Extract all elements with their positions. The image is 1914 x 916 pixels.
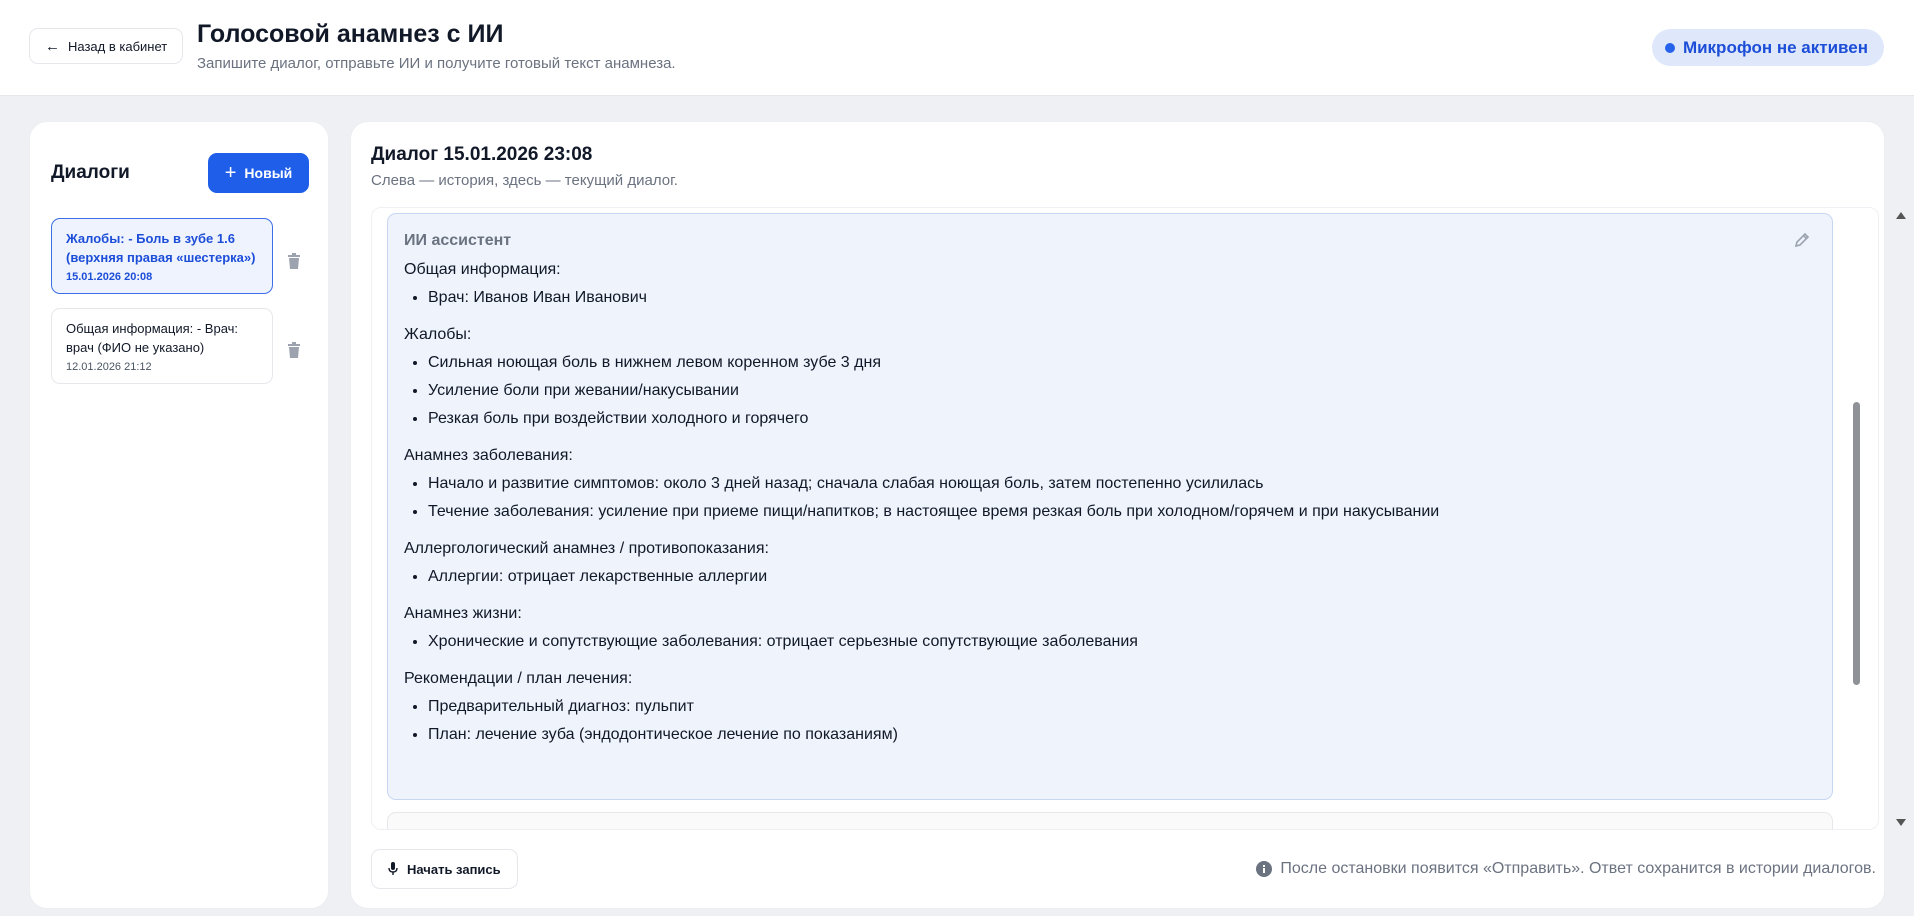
scroll-up-arrow[interactable] <box>1896 212 1906 219</box>
section-list: Хронические и сопутствующие заболевания:… <box>404 630 1804 654</box>
recording-hint: После остановки появится «Отправить». От… <box>1256 860 1876 878</box>
microphone-icon <box>388 862 398 875</box>
status-dot-icon <box>1664 42 1675 53</box>
pencil-icon[interactable] <box>1794 232 1810 248</box>
dialog-panel: Диалог 15.01.2026 23:08 Слева — история,… <box>350 121 1885 909</box>
anamnesis-section: Анамнез заболевания: Начало и развитие си… <box>404 444 1804 524</box>
scrollbar-thumb[interactable] <box>1853 402 1860 685</box>
back-to-cabinet-button[interactable]: ← Назад в кабинет <box>29 28 184 64</box>
arrow-left-icon: ← <box>45 37 60 55</box>
anamnesis-section: Анамнез жизни: Хронические и сопутствующи… <box>404 602 1804 654</box>
recording-hint-text: После остановки появится «Отправить». От… <box>1280 860 1876 877</box>
dialogs-sidebar: Диалоги + Новый Жалобы: - Боль в зубе 1.… <box>29 121 329 909</box>
list-item: Предварительный диагноз: пульпит <box>428 695 1804 719</box>
list-item: Резкая боль при воздействии холодного и … <box>428 407 1804 431</box>
dialog-list-item[interactable]: Общая информация: - Врач: врач (ФИО не у… <box>51 308 273 384</box>
dialog-item-date: 12.01.2026 21:12 <box>66 361 152 373</box>
new-dialog-button[interactable]: + Новый <box>208 153 309 193</box>
sidebar-title: Диалоги <box>51 162 130 183</box>
anamnesis-section: Рекомендации / план лечения: Предваритель… <box>404 667 1804 747</box>
start-recording-button[interactable]: Начать запись <box>371 849 518 889</box>
dialog-subtitle: Слева — история, здесь — текущий диалог. <box>371 172 678 189</box>
list-item: Усиление боли при жевании/накусывании <box>428 379 1804 403</box>
section-title: Анамнез жизни: <box>404 605 522 622</box>
list-item: Врач: Иванов Иван Иванович <box>428 286 1804 310</box>
assistant-message: ИИ ассистент Общая информация: Врач: Иван… <box>387 213 1833 800</box>
section-title: Анамнез заболевания: <box>404 447 573 464</box>
new-dialog-label: Новый <box>244 165 293 181</box>
anamnesis-section: Жалобы: Сильная ноющая боль в нижнем лево… <box>404 323 1804 431</box>
page-title: Голосовой анамнез с ИИ <box>197 20 504 48</box>
microphone-status-label: Микрофон не активен <box>1682 37 1868 57</box>
back-button-label: Назад в кабинет <box>68 38 168 54</box>
anamnesis-section: Аллергологический анамнез / противопоказ… <box>404 537 1804 589</box>
dialog-item-text: Общая информация: - Врач: врач (ФИО не у… <box>66 321 239 355</box>
list-item: Хронические и сопутствующие заболевания:… <box>428 630 1804 654</box>
dialog-title: Диалог 15.01.2026 23:08 <box>371 144 593 165</box>
start-recording-label: Начать запись <box>407 861 501 877</box>
dialog-item-text: Жалобы: - Боль в зубе 1.6 (верхняя права… <box>66 231 256 265</box>
section-title: Жалобы: <box>404 326 472 343</box>
page-subtitle: Запишите диалог, отправьте ИИ и получите… <box>197 55 676 72</box>
next-message-card <box>387 812 1833 829</box>
scroll-down-arrow[interactable] <box>1896 819 1906 826</box>
message-body: Общая информация: Врач: Иванов Иван Ивано… <box>404 258 1804 760</box>
trash-icon[interactable] <box>287 342 301 358</box>
dialog-item-date: 15.01.2026 20:08 <box>66 271 153 283</box>
section-list: Врач: Иванов Иван Иванович <box>404 286 1804 310</box>
section-title: Аллергологический анамнез / противопоказ… <box>404 540 769 557</box>
list-item: Течение заболевания: усиление при приеме… <box>428 500 1804 524</box>
trash-icon[interactable] <box>287 253 301 269</box>
section-title: Рекомендации / план лечения: <box>404 670 633 687</box>
list-item: Сильная ноющая боль в нижнем левом корен… <box>428 351 1804 375</box>
section-list: Начало и развитие симптомов: около 3 дне… <box>404 472 1804 524</box>
page-header: ← Назад в кабинет Голосовой анамнез с ИИ… <box>0 0 1914 96</box>
microphone-status-badge: Микрофон не активен <box>1651 29 1884 66</box>
section-list: Предварительный диагноз: пульпит План: ле… <box>404 695 1804 747</box>
list-item: Аллергии: отрицает лекарственные аллерги… <box>428 565 1804 589</box>
list-item: Начало и развитие симптомов: около 3 дне… <box>428 472 1804 496</box>
list-item: План: лечение зуба (эндодонтическое лече… <box>428 723 1804 747</box>
section-list: Аллергии: отрицает лекарственные аллерги… <box>404 565 1804 589</box>
dialog-list-item[interactable]: Жалобы: - Боль в зубе 1.6 (верхняя права… <box>51 218 273 294</box>
message-author: ИИ ассистент <box>404 232 512 249</box>
section-list: Сильная ноющая боль в нижнем левом корен… <box>404 351 1804 431</box>
info-icon <box>1256 861 1273 877</box>
anamnesis-section: Общая информация: Врач: Иванов Иван Ивано… <box>404 258 1804 310</box>
section-title: Общая информация: <box>404 261 561 278</box>
messages-scroll-area[interactable]: ИИ ассистент Общая информация: Врач: Иван… <box>371 207 1879 830</box>
plus-icon: + <box>224 162 237 184</box>
